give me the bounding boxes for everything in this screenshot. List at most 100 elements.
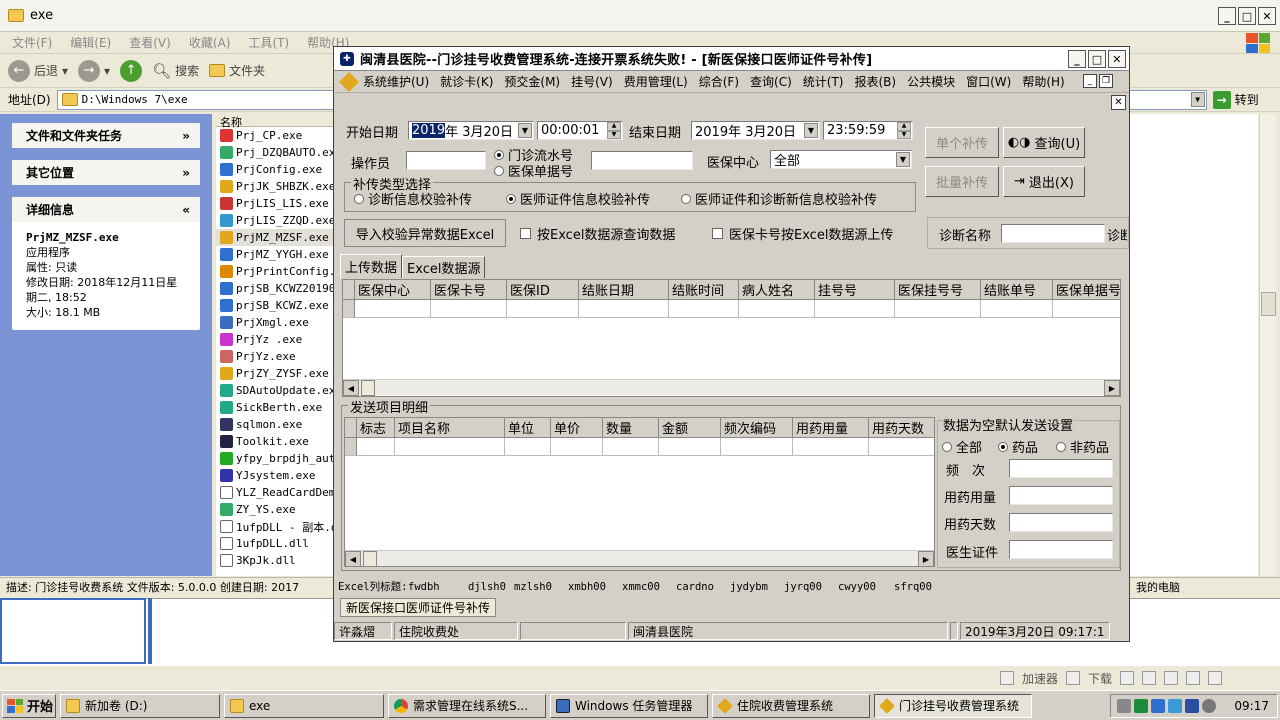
start-button[interactable]: 开始 (2, 693, 56, 718)
radio-default-drug[interactable]: 药品 (998, 437, 1038, 456)
column-header[interactable]: 数量 (603, 418, 659, 438)
table-cell[interactable] (395, 438, 505, 456)
menu-edit[interactable]: 编辑(E) (70, 34, 111, 51)
details-header[interactable]: 详细信息 « (12, 197, 200, 222)
child-close-button[interactable]: ✕ (1111, 95, 1126, 110)
start-date-dropdown-icon[interactable]: ▼ (518, 123, 532, 138)
window-icon[interactable] (1186, 671, 1201, 685)
doctor-cert-input[interactable] (1009, 540, 1113, 559)
file-item[interactable]: PrjMZ_MZSF.exe (216, 229, 336, 246)
table-row[interactable] (343, 300, 1120, 318)
file-item[interactable]: sqlmon.exe (216, 416, 336, 433)
scroll-thumb[interactable] (363, 551, 377, 567)
detail-grid-hscroll[interactable]: ◀ ▶ (345, 550, 934, 567)
trash-icon[interactable] (1142, 671, 1157, 685)
scroll-thumb[interactable] (1261, 292, 1276, 316)
app-maximize-button[interactable]: □ (1088, 50, 1106, 68)
table-cell[interactable] (431, 300, 507, 318)
insurance-center-dropdown-icon[interactable]: ▼ (896, 152, 910, 167)
column-header-name[interactable]: 名称 (216, 114, 336, 129)
insurance-center-select[interactable]: 全部 ▼ (770, 150, 912, 169)
green-tray-icon[interactable] (1134, 699, 1148, 713)
start-time-field[interactable]: 00:00:01 ▲ ▼ (537, 121, 623, 140)
flow-number-input[interactable] (591, 151, 693, 170)
radio-type-doctor-and-diagnosis[interactable]: 医师证件和诊断新信息校验补传 (681, 189, 877, 208)
table-cell[interactable] (793, 438, 869, 456)
single-upload-button[interactable]: 单个补传 (925, 127, 999, 158)
tab-excel-source[interactable]: Excel数据源 (402, 256, 486, 278)
search-button[interactable]: 🔍︎ 搜索 (152, 62, 199, 80)
file-item[interactable]: SDAutoUpdate.exe (216, 382, 336, 399)
table-cell[interactable] (659, 438, 721, 456)
table-row[interactable] (345, 438, 934, 456)
file-item[interactable]: prjSB_KCWZ201901 (216, 280, 336, 297)
file-item[interactable]: PrjLIS_ZZQD.exe (216, 212, 336, 229)
start-time-spinner[interactable]: ▲ ▼ (607, 122, 621, 139)
scroll-thumb[interactable] (361, 380, 375, 396)
monitor-icon[interactable] (1168, 699, 1182, 713)
network-icon[interactable] (1151, 699, 1165, 713)
file-item[interactable]: YJsystem.exe (216, 467, 336, 484)
column-header[interactable]: 结账时间 (669, 280, 739, 300)
column-header[interactable]: 挂号号 (815, 280, 895, 300)
table-cell[interactable] (895, 300, 981, 318)
file-item[interactable]: ZY_YS.exe (216, 501, 336, 518)
file-item[interactable]: 3KpJk.dll (216, 552, 336, 569)
file-item[interactable]: Prj_DZQBAUTO.exe (216, 144, 336, 161)
menu-window[interactable]: 窗口(W) (966, 73, 1011, 90)
menu-app-help[interactable]: 帮助(H) (1022, 73, 1064, 90)
column-header[interactable]: 病人姓名 (739, 280, 815, 300)
security-icon[interactable] (1185, 699, 1199, 713)
days-input[interactable] (1009, 513, 1113, 532)
menu-card[interactable]: 就诊卡(K) (440, 73, 493, 90)
detail-items-grid[interactable]: 标志 项目名称 单位 单价 数量 金额 频次编码 用药用量 用药天数 (344, 417, 935, 567)
file-item[interactable]: PrjYz.exe (216, 348, 336, 365)
table-cell[interactable] (357, 438, 395, 456)
folders-button[interactable]: 文件夹 (209, 62, 265, 79)
table-cell[interactable] (551, 438, 603, 456)
excel-query-checkbox[interactable]: 按Excel数据源查询数据 (520, 224, 675, 243)
query-button[interactable]: ◐◑ 查询(U) (1003, 127, 1085, 158)
add-icon[interactable] (1120, 671, 1135, 685)
file-item[interactable]: yfpy_brpdjh_auto (216, 450, 336, 467)
maximize-button[interactable]: □ (1238, 7, 1256, 25)
vertical-scrollbar[interactable] (1259, 114, 1276, 576)
table-cell[interactable] (507, 300, 579, 318)
tab-upload-data[interactable]: 上传数据 (340, 254, 403, 278)
forward-button[interactable]: → ▾ (78, 59, 110, 82)
column-header[interactable]: 单位 (505, 418, 551, 438)
taskbar-item-exe[interactable]: exe (224, 693, 384, 718)
menu-view[interactable]: 查看(V) (129, 34, 171, 51)
column-header[interactable]: 医保挂号号 (895, 280, 981, 300)
menu-query[interactable]: 查询(C) (750, 73, 792, 90)
frequency-input[interactable] (1009, 459, 1113, 478)
radio-type-diagnosis[interactable]: 诊断信息校验补传 (354, 189, 472, 208)
table-cell[interactable] (505, 438, 551, 456)
file-item[interactable]: Prj_CP.exe (216, 127, 336, 144)
column-header[interactable]: 用药用量 (793, 418, 869, 438)
menu-report[interactable]: 报表(B) (854, 73, 896, 90)
table-cell[interactable] (669, 300, 739, 318)
scroll-left-icon[interactable]: ◀ (345, 551, 361, 567)
scroll-left-icon[interactable]: ◀ (343, 380, 359, 396)
end-date-picker[interactable]: 2019年 3月20日 ▼ (691, 121, 820, 140)
operator-input[interactable] (406, 151, 486, 170)
upload-grid-hscroll[interactable]: ◀ ▶ (343, 379, 1120, 396)
menu-stats[interactable]: 统计(T) (803, 73, 844, 90)
file-item[interactable]: PrjYz .exe (216, 331, 336, 348)
menu-favorites[interactable]: 收藏(A) (189, 34, 231, 51)
keyboard-icon[interactable] (1117, 699, 1131, 713)
file-tasks-header[interactable]: 文件和文件夹任务 » (12, 123, 200, 148)
accelerator-label[interactable]: 加速器 (1022, 670, 1058, 687)
file-item[interactable]: PrjXmgl.exe (216, 314, 336, 331)
menu-register[interactable]: 挂号(V) (571, 73, 613, 90)
taskbar-item-task-manager[interactable]: Windows 任务管理器 (550, 693, 708, 718)
menu-common[interactable]: 公共模块 (907, 73, 955, 90)
end-date-dropdown-icon[interactable]: ▼ (804, 123, 818, 138)
file-item[interactable]: 1ufpDLL.dll (216, 535, 336, 552)
speaker-icon[interactable] (1164, 671, 1179, 685)
taskbar-item-inpatient[interactable]: 住院收费管理系统 (712, 693, 870, 718)
table-cell[interactable] (869, 438, 934, 456)
volume-icon[interactable] (1202, 699, 1216, 713)
file-item[interactable]: SickBerth.exe (216, 399, 336, 416)
